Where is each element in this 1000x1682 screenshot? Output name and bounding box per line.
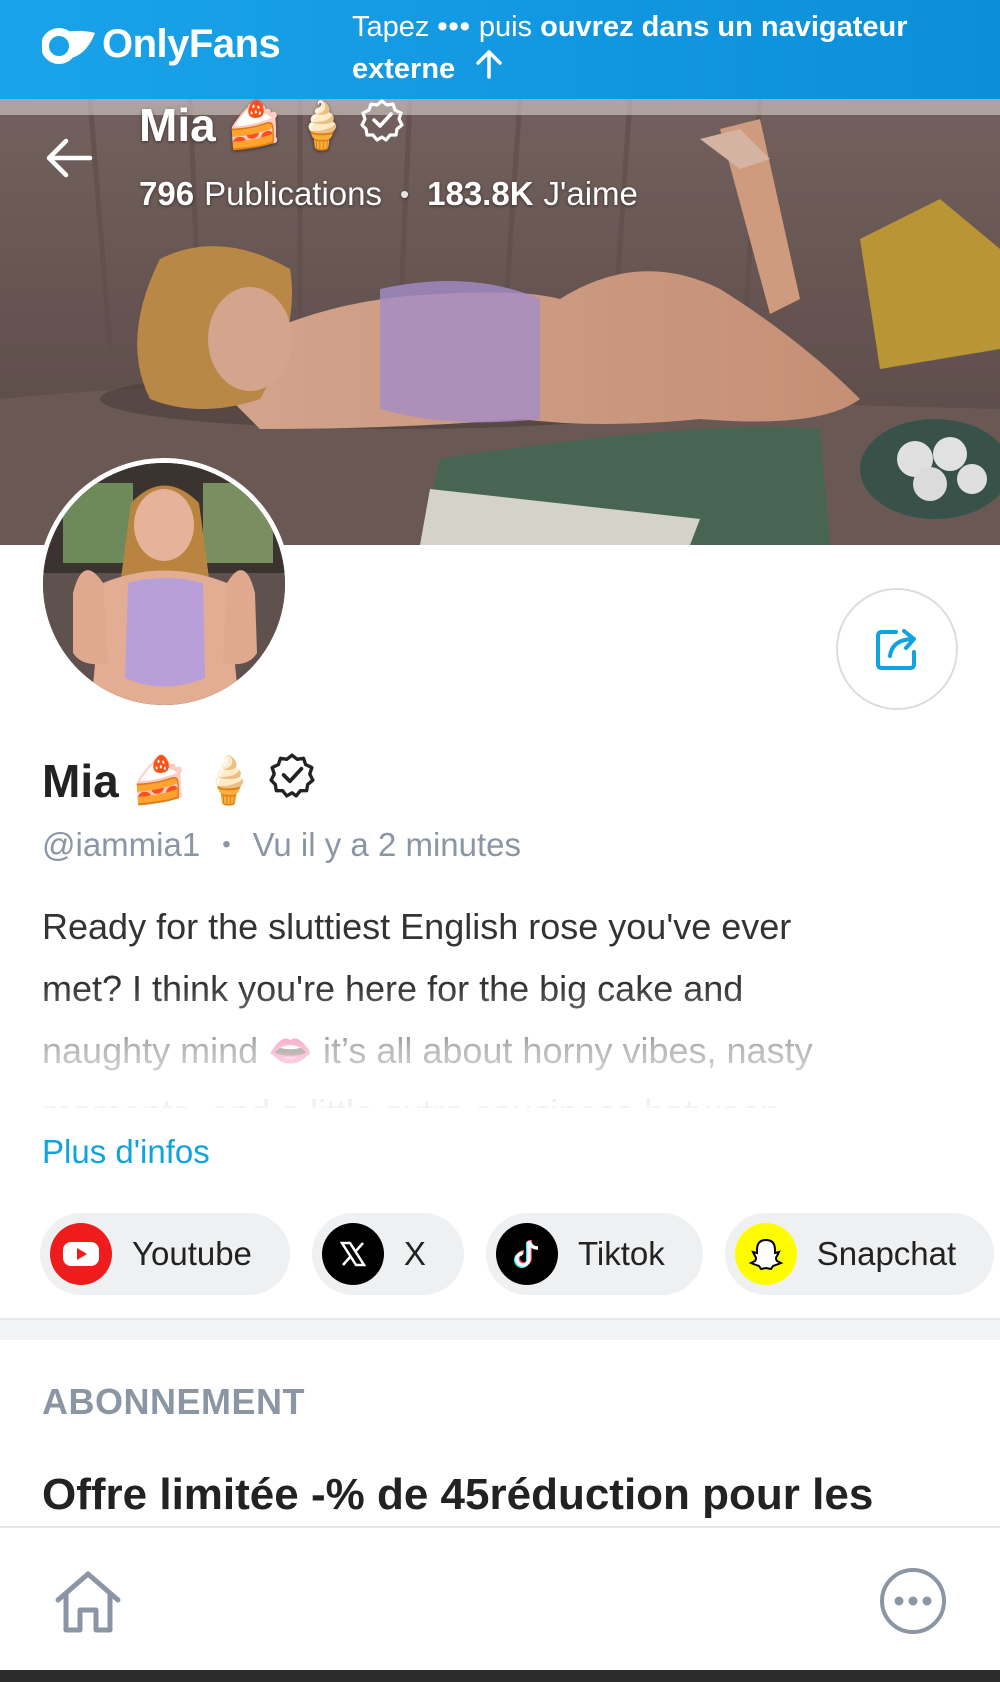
cake-emoji-icon: 🍰 — [225, 99, 283, 151]
onlyfans-logo-icon — [41, 25, 96, 65]
x-icon — [321, 1223, 384, 1285]
posts-count: 796 — [139, 175, 195, 212]
snapchat-icon — [734, 1223, 797, 1285]
bottom-navigation — [0, 1526, 1000, 1670]
top-banner: OnlyFans Tapez ••• puis ouvrez dans un nav… — [0, 0, 1000, 99]
system-nav-strip — [0, 1670, 1000, 1682]
cake-emoji-icon: 🍰 — [130, 754, 188, 806]
icecream-emoji-icon: 🍦 — [292, 99, 351, 151]
tiktok-icon — [495, 1223, 558, 1285]
bio-line: moments, and a little extra sauciness be… — [42, 1082, 962, 1108]
profile-bio: Ready for the sluttiest English rose you… — [42, 896, 962, 1108]
home-icon — [55, 1571, 121, 1633]
subscription-section-title: ABONNEMENT — [42, 1381, 305, 1422]
bio-line: met? I think you're here for the big cak… — [42, 968, 744, 1009]
cover-stats: 796 Publications • 183.8K J'aime — [139, 175, 638, 213]
last-seen-status: Vu il y a 2 minutes — [252, 826, 522, 863]
share-icon — [876, 629, 916, 670]
cover-name-text: Mia — [139, 99, 216, 151]
section-divider — [0, 1318, 1000, 1340]
limited-offer-title: Offre limitée -% de 45réduction pour les — [42, 1470, 874, 1519]
cover-header: Mia 🍰 🍦 796 Publications • 183.8K J'aime — [139, 99, 638, 213]
more-horizontal-icon — [894, 1596, 932, 1606]
onlyfans-logo[interactable]: OnlyFans — [41, 22, 281, 67]
verified-badge-icon — [360, 99, 404, 153]
hint-text-middle: puis — [478, 11, 533, 43]
social-link-label: X — [403, 1235, 426, 1272]
icecream-emoji-icon: 🍦 — [199, 754, 258, 806]
handle-separator: • — [222, 831, 231, 858]
arrow-up-icon — [475, 49, 503, 91]
social-link-x[interactable]: X — [311, 1213, 464, 1295]
social-links: Youtube X Tiktok Snapchat — [40, 1213, 995, 1295]
social-link-label: Youtube — [132, 1235, 252, 1272]
likes-count: 183.8K — [427, 175, 534, 212]
more-dots-icon: ••• — [437, 11, 471, 43]
handle-line: @iammia1 • Vu il y a 2 minutes — [42, 826, 521, 864]
social-link-youtube[interactable]: Youtube — [40, 1213, 290, 1295]
more-info-link[interactable]: Plus d'infos — [42, 1133, 210, 1171]
hint-text-bold: ouvrez dans un navigateur externe — [352, 11, 908, 85]
social-link-label: Snapchat — [816, 1235, 957, 1272]
social-link-snapchat[interactable]: Snapchat — [724, 1213, 995, 1295]
avatar-photo — [43, 463, 285, 705]
youtube-icon — [50, 1223, 112, 1285]
social-link-tiktok[interactable]: Tiktok — [485, 1213, 703, 1295]
open-in-browser-hint: Tapez ••• puis ouvrez dans un navigateur e… — [352, 6, 972, 91]
home-button[interactable] — [50, 1564, 126, 1640]
hint-text-start: Tapez — [352, 11, 430, 43]
verified-badge-icon — [269, 752, 315, 809]
profile-name: Mia 🍰 🍦 — [42, 752, 315, 809]
back-button[interactable] — [42, 131, 96, 185]
cover-display-name: Mia 🍰 🍦 — [139, 99, 638, 153]
profile-name-text: Mia — [42, 754, 119, 807]
posts-label: Publications — [204, 175, 383, 212]
brand-name: OnlyFans — [102, 22, 281, 66]
bio-line: naughty mind 👄 it’s all about horny vibe… — [42, 1030, 813, 1071]
more-options-button[interactable] — [880, 1568, 946, 1634]
avatar[interactable] — [38, 458, 290, 710]
bio-line: Ready for the sluttiest English rose you… — [42, 906, 792, 947]
username-handle: @iammia1 — [42, 826, 201, 863]
share-button[interactable] — [836, 588, 958, 710]
social-link-label: Tiktok — [577, 1235, 665, 1272]
stats-separator: • — [400, 178, 410, 209]
arrow-left-icon — [46, 138, 93, 178]
likes-label: J'aime — [543, 175, 638, 212]
